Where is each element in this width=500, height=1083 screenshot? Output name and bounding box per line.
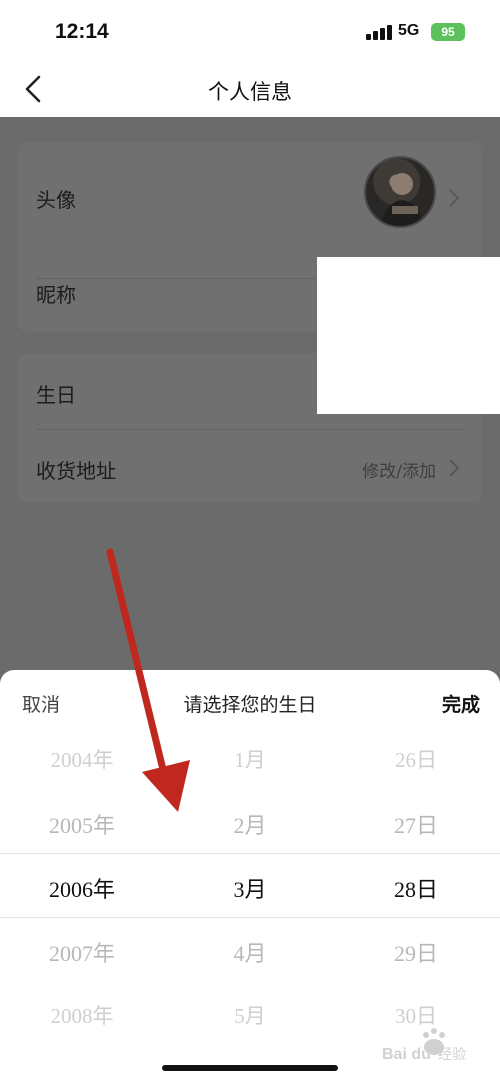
day-option-selected[interactable]: 28日 <box>336 872 496 904</box>
redaction-block <box>317 257 500 414</box>
day-option[interactable]: 27日 <box>336 808 496 840</box>
birthday-label: 生日 <box>36 383 76 407</box>
selection-line-bottom <box>0 917 500 918</box>
year-option[interactable]: 2008年 <box>2 1000 162 1030</box>
year-option-selected[interactable]: 2006年 <box>2 872 162 904</box>
address-label: 收货地址 <box>36 459 116 483</box>
day-option[interactable]: 29日 <box>336 936 496 968</box>
year-option[interactable]: 2004年 <box>2 744 162 774</box>
signal-icon <box>366 24 392 40</box>
sheet-header: 取消 请选择您的生日 完成 <box>0 670 500 732</box>
sheet-title: 请选择您的生日 <box>183 694 317 716</box>
address-row[interactable]: 收货地址 修改/添加 <box>18 430 482 503</box>
nav-bar: 个人信息 <box>0 62 500 117</box>
home-indicator[interactable] <box>162 1065 338 1071</box>
battery-level: 95 <box>441 25 455 39</box>
page-title: 个人信息 <box>208 80 292 104</box>
year-option[interactable]: 2005年 <box>2 808 162 840</box>
month-option[interactable]: 4月 <box>170 936 330 968</box>
chevron-right-icon <box>449 189 460 207</box>
birthday-picker-sheet: 取消 请选择您的生日 完成 2004年 2005年 2006年 2007年 20… <box>0 670 500 1083</box>
svg-text:经验: 经验 <box>438 1047 466 1063</box>
battery-icon: 95 <box>431 23 465 41</box>
month-option[interactable]: 2月 <box>170 808 330 840</box>
status-bar: 12:14 5G 95 <box>0 0 500 62</box>
day-option[interactable]: 26日 <box>336 744 496 774</box>
network-type: 5G <box>398 22 420 39</box>
avatar-row[interactable]: 头像 <box>18 142 482 252</box>
avatar[interactable] <box>364 156 436 228</box>
address-value: 修改/添加 <box>362 462 436 482</box>
done-button[interactable]: 完成 <box>442 690 480 717</box>
month-option[interactable]: 1月 <box>170 744 330 774</box>
svg-text:Bai du: Bai du <box>382 1046 431 1063</box>
baidu-watermark-icon: Bai du 经验 <box>382 1028 466 1063</box>
status-time: 12:14 <box>55 20 109 43</box>
month-option[interactable]: 5月 <box>170 1000 330 1030</box>
month-option-selected[interactable]: 3月 <box>170 872 330 904</box>
selection-line-top <box>0 853 500 854</box>
nickname-label: 昵称 <box>36 283 76 307</box>
year-option[interactable]: 2007年 <box>2 936 162 968</box>
chevron-right-icon <box>449 459 460 477</box>
avatar-label: 头像 <box>36 188 76 212</box>
